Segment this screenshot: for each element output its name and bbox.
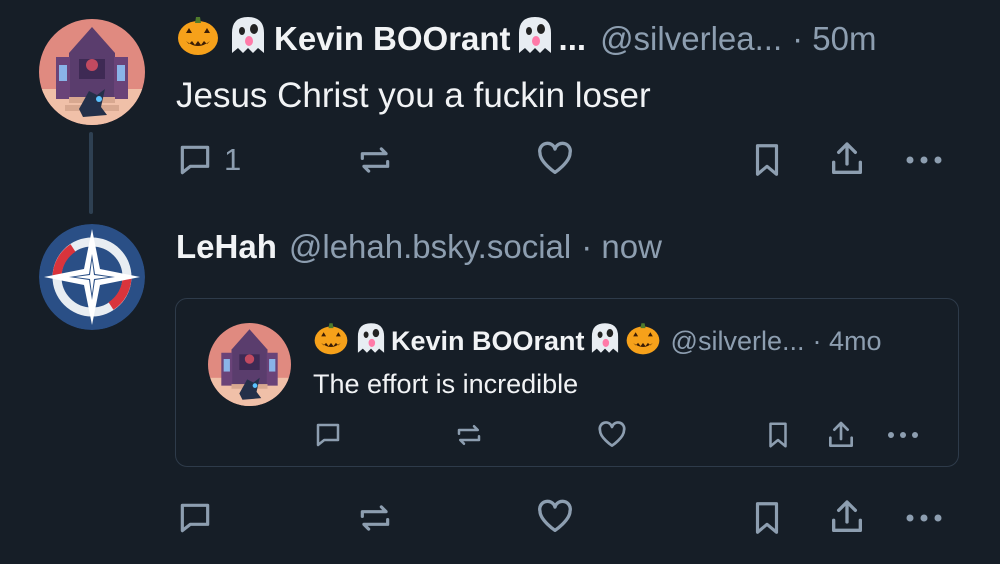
post-header: LeHah @lehah.bsky.social · now [176, 224, 662, 270]
reply-icon [176, 499, 214, 537]
like-button[interactable] [535, 497, 575, 537]
handle[interactable]: @silverle... [671, 326, 805, 357]
more-button[interactable] [886, 420, 920, 450]
bookmark-icon [748, 141, 786, 179]
timestamp[interactable]: · 50m [792, 20, 876, 58]
avatar-lehah[interactable] [39, 224, 145, 330]
more-icon [904, 499, 944, 537]
ghost-icon [587, 320, 623, 363]
bookmark-icon [748, 499, 786, 537]
repost-button[interactable] [356, 499, 394, 537]
pumpkin-icon [625, 320, 661, 363]
name-ellipsis: ... [558, 20, 587, 57]
share-icon [827, 139, 867, 179]
share-icon [825, 419, 857, 451]
bookmark-button[interactable] [748, 141, 786, 179]
more-button[interactable] [904, 141, 944, 179]
pumpkin-icon [313, 320, 349, 363]
repost-button[interactable] [356, 141, 394, 179]
timestamp[interactable]: · 4mo [812, 326, 881, 357]
share-button[interactable] [827, 139, 867, 179]
handle[interactable]: @lehah.bsky.social [289, 228, 571, 266]
repost-icon [454, 420, 484, 450]
share-button[interactable] [827, 497, 867, 537]
ghost-icon [226, 13, 270, 65]
pumpkin-icon [176, 13, 220, 65]
reply-count: 1 [224, 142, 242, 177]
display-name[interactable]: Kevin BOOrant [391, 326, 585, 357]
handle[interactable]: @silverlea... [600, 20, 782, 58]
ghost-icon [513, 13, 557, 65]
bookmark-icon [763, 420, 793, 450]
like-icon [535, 497, 575, 537]
reply-icon [176, 141, 214, 179]
timestamp[interactable]: · now [581, 228, 662, 266]
repost-button[interactable] [454, 420, 484, 450]
quoted-post-text: The effort is incredible [313, 369, 579, 399]
repost-icon [356, 499, 394, 537]
post-header: Kevin BOOrant ... @silverlea... · 50m [176, 16, 876, 62]
more-icon [886, 420, 920, 450]
avatar-kevin-small[interactable] [208, 323, 291, 406]
bookmark-button[interactable] [763, 420, 793, 450]
like-button[interactable] [535, 139, 575, 179]
reply-button[interactable] [176, 499, 214, 537]
like-icon [596, 419, 628, 451]
thread-line [89, 132, 93, 214]
share-button[interactable] [825, 419, 857, 451]
reply-button[interactable]: 1 [176, 141, 241, 179]
repost-icon [356, 141, 394, 179]
avatar-kevin[interactable] [39, 19, 145, 125]
ghost-icon [353, 320, 389, 363]
share-icon [827, 497, 867, 537]
display-name[interactable]: Kevin BOOrant [274, 20, 511, 58]
reply-button[interactable] [313, 420, 343, 450]
like-button[interactable] [596, 419, 628, 451]
reply-icon [313, 420, 343, 450]
more-button[interactable] [904, 499, 944, 537]
quoted-post-header: Kevin BOOrant @silverle... · 4mo [313, 322, 882, 360]
bookmark-button[interactable] [748, 499, 786, 537]
display-name[interactable]: LeHah [176, 228, 277, 266]
like-icon [535, 139, 575, 179]
more-icon [904, 141, 944, 179]
post-text: Jesus Christ you a fuckin loser [176, 76, 651, 115]
